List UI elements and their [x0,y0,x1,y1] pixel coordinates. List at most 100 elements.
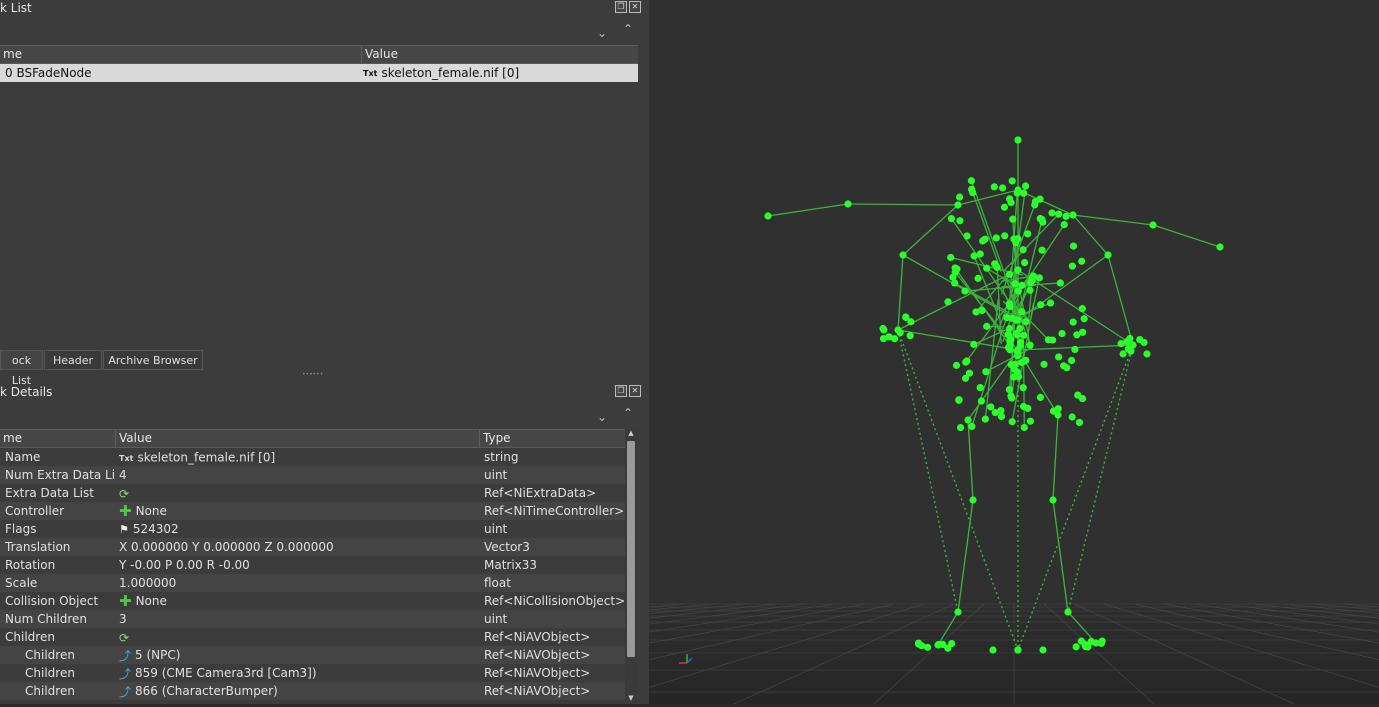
field-name: Num Children [5,610,115,628]
field-value[interactable]: ⤴ 866 (CharacterBumper) [119,682,477,700]
block-details-header: me Value Type [0,429,625,448]
field-value[interactable]: ⟳ [119,484,477,502]
field-type: uint [484,610,624,628]
expand-all-icon[interactable]: ⌄ [597,26,607,40]
field-value[interactable]: ⤴ 859 (CME Camera3rd [Cam3]) [119,664,477,682]
field-name: Collision Object [5,592,115,610]
field-value[interactable]: ⚑ 524302 [119,520,477,538]
table-row[interactable]: Num Extra Data List4uint [0,466,625,484]
txt-icon: Txt [119,448,133,466]
field-value[interactable]: X 0.000000 Y 0.000000 Z 0.000000 [119,538,477,556]
column-header-type[interactable]: Type [480,430,625,447]
vertical-scrollbar[interactable]: ▲ ▼ [625,429,637,704]
array-icon: ⟳ [119,485,129,503]
field-type: float [484,574,624,592]
field-value-text: 866 (CharacterBumper) [135,684,278,698]
field-type: Ref<NiAVObject> [484,664,624,682]
field-name: Rotation [5,556,115,574]
field-type: Vector3 [484,538,624,556]
table-row[interactable]: Extra Data List⟳Ref<NiExtraData> [0,484,625,502]
field-value-text: 524302 [133,522,179,536]
field-value-text: 5 (NPC) [135,648,180,662]
field-value[interactable]: ✚ None [119,592,477,610]
link-icon: ⤴ [119,683,131,701]
field-type: Ref<NiTimeController> [484,502,624,520]
block-list-row[interactable]: 0 BSFadeNode Txt skeleton_female.nif [0] [0,64,638,82]
table-row[interactable]: Children⟳ Ref<NiAVObject> [0,628,625,646]
float-icon[interactable]: ❐ [615,385,627,397]
plus-icon: ✚ [119,593,132,611]
column-header-value[interactable]: Value [362,46,638,63]
field-type: uint [484,466,624,484]
table-row[interactable]: NameTxtskeleton_female.nif [0]string [0,448,625,466]
collapse-all-icon[interactable]: ⌃ [623,22,633,36]
field-name: Children [5,628,115,646]
expand-all-icon[interactable]: ⌄ [597,410,607,424]
field-value-text: 4 [119,468,127,482]
collapse-all-icon[interactable]: ⌃ [623,406,633,420]
column-header-value[interactable]: Value [116,430,480,447]
field-value-text: 1.000000 [119,576,176,590]
scroll-thumb[interactable] [627,441,635,657]
column-header-name[interactable]: me [0,46,362,63]
field-name: Controller [5,502,115,520]
field-value-text: 3 [119,612,127,626]
field-value-text: None [136,594,167,608]
field-value[interactable]: 3 [119,610,477,628]
skeleton-render[interactable] [649,0,1379,704]
block-list-title: k List [0,0,32,16]
splitter-handle[interactable]: •••••• [302,371,323,378]
link-icon: ⤴ [119,665,131,683]
tab-block-list[interactable]: ock List [0,350,43,370]
close-icon[interactable]: ✕ [629,385,641,397]
field-value[interactable]: ⤴5 (NPC) [119,646,477,664]
field-value[interactable]: ✚ None [119,502,477,520]
table-row[interactable]: Flags⚑524302uint [0,520,625,538]
array-icon: ⟳ [119,629,129,647]
table-row[interactable]: RotationY -0.00 P 0.00 R -0.00Matrix33 [0,556,625,574]
field-type: Ref<NiAVObject> [484,646,624,664]
txt-icon: Txt [363,65,377,83]
table-row[interactable]: Children⤴859 (CME Camera3rd [Cam3])Ref<N… [0,664,625,682]
field-type: string [484,448,624,466]
table-row[interactable]: Children⤴866 (CharacterBumper)Ref<NiAVOb… [0,682,625,700]
block-details-title: k Details [0,384,52,400]
field-type: Ref<NiAVObject> [484,682,624,700]
plus-icon: ✚ [119,503,132,521]
field-value[interactable]: Y -0.00 P 0.00 R -0.00 [119,556,477,574]
tab-archive-browser[interactable]: Archive Browser [103,350,203,370]
tab-header[interactable]: Header [44,350,102,370]
block-value: skeleton_female.nif [0] [381,66,519,80]
table-row[interactable]: Collision Object✚ None Ref<NiCollisionObje… [0,592,625,610]
field-value-text: Y -0.00 P 0.00 R -0.00 [119,558,250,572]
block-value-cell: Txt skeleton_female.nif [0] [363,64,633,82]
field-name: Translation [5,538,115,556]
column-header-name[interactable]: me [0,430,116,447]
block-details-window-buttons: ❐ ✕ [615,385,641,397]
scroll-up-icon[interactable]: ▲ [625,429,637,439]
field-type: Ref<NiCollisionObject> [484,592,624,610]
close-icon[interactable]: ✕ [629,1,641,13]
field-value[interactable]: ⟳ [119,628,477,646]
field-value[interactable]: 1.000000 [119,574,477,592]
scroll-down-icon[interactable]: ▼ [625,694,637,704]
field-name: Extra Data List [5,484,115,502]
table-row[interactable]: Num Children 3 uint [0,610,625,628]
field-value-text: X 0.000000 Y 0.000000 Z 0.000000 [119,540,334,554]
field-type: uint [484,520,624,538]
table-row[interactable]: Controller✚ None Ref<NiTimeController> [0,502,625,520]
field-value-text: 859 (CME Camera3rd [Cam3]) [135,666,317,680]
field-value-text: skeleton_female.nif [0] [137,451,275,465]
field-value[interactable]: 4 [119,466,477,484]
float-icon[interactable]: ❐ [615,1,627,13]
flag-icon: ⚑ [119,520,129,538]
table-row[interactable]: Scale 1.000000 float [0,574,625,592]
table-row[interactable]: Translation X 0.000000 Y 0.000000 Z 0.000… [0,538,625,556]
field-type: Ref<NiAVObject> [484,628,624,646]
3d-viewport[interactable] [649,0,1379,704]
table-row[interactable]: Children⤴5 (NPC)Ref<NiAVObject> [0,646,625,664]
field-name: Scale [5,574,115,592]
field-value-text: None [136,504,167,518]
block-name: 0 BSFadeNode [5,64,360,82]
field-value[interactable]: Txt skeleton_female.nif [0] [119,448,477,466]
